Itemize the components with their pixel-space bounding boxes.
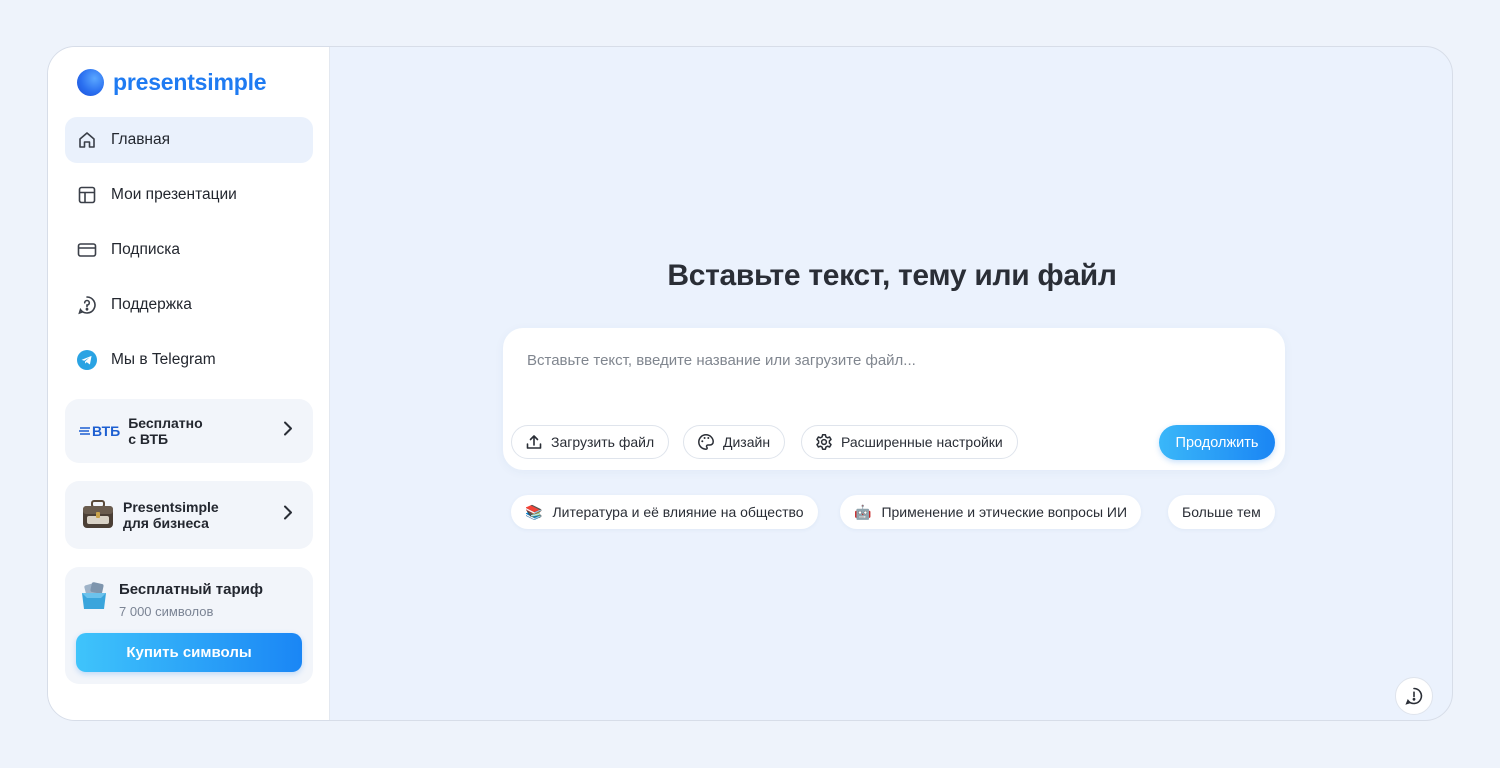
- topic-chip-label: Больше тем: [1182, 504, 1261, 520]
- tariff-characters: 7 000 символов: [119, 604, 214, 619]
- chevron-right-icon: [283, 421, 293, 442]
- chat-support-button[interactable]: [1395, 677, 1433, 715]
- chevron-right-icon: [283, 505, 293, 526]
- tariff-title: Бесплатный тариф: [119, 581, 264, 598]
- promo-vtb-line1: Бесплатно: [128, 415, 203, 431]
- topic-chip-ai[interactable]: 🤖 Применение и этические вопросы ИИ: [840, 495, 1142, 529]
- promo-vtb[interactable]: ВТБ Бесплатно с ВТБ: [65, 399, 313, 463]
- card-icon: [77, 240, 97, 260]
- vtb-logo: ВТБ: [79, 423, 120, 439]
- more-topics-button[interactable]: Больше тем: [1168, 495, 1275, 529]
- telegram-icon: [77, 350, 97, 370]
- brand-logo-icon: [77, 69, 104, 96]
- brand-name: presentsimple: [113, 69, 267, 95]
- app-window: presentsimple Главная Мои презентации По…: [47, 46, 1453, 721]
- palette-icon: [697, 433, 715, 451]
- design-label: Дизайн: [723, 434, 771, 450]
- sidebar-item-subscription[interactable]: Подписка: [65, 227, 313, 273]
- books-icon: 📚: [525, 503, 543, 520]
- buy-characters-button[interactable]: Купить символы: [76, 633, 302, 672]
- wallet-icon: [79, 581, 111, 618]
- prompt-card: Загрузить файл Дизайн Расширенные на: [503, 328, 1285, 470]
- help-icon: [77, 295, 97, 315]
- robot-icon: 🤖: [854, 503, 872, 520]
- promo-business-line1: Presentsimple: [123, 499, 219, 515]
- brand-logo[interactable]: presentsimple: [77, 69, 267, 96]
- sidebar-item-label: Поддержка: [111, 296, 192, 313]
- advanced-settings-label: Расширенные настройки: [841, 434, 1003, 450]
- home-icon: [77, 130, 97, 150]
- briefcase-icon: [81, 498, 115, 532]
- topic-chip-label: Литература и её влияние на общество: [552, 504, 804, 520]
- prompt-input[interactable]: [527, 352, 1257, 392]
- promo-business-line2: для бизнеса: [123, 515, 209, 531]
- topic-chip-label: Применение и этические вопросы ИИ: [881, 504, 1128, 520]
- page-title: Вставьте текст, тему или файл: [667, 259, 1117, 292]
- sidebar: presentsimple Главная Мои презентации По…: [48, 47, 330, 720]
- sidebar-item-label: Подписка: [111, 241, 181, 258]
- continue-button[interactable]: Продолжить: [1159, 425, 1275, 460]
- sidebar-item-label: Мои презентации: [111, 186, 237, 203]
- upload-file-label: Загрузить файл: [551, 434, 655, 450]
- advanced-settings-button[interactable]: Расширенные настройки: [801, 425, 1018, 459]
- gear-icon: [815, 433, 833, 451]
- upload-file-button[interactable]: Загрузить файл: [511, 425, 670, 459]
- tariff-card: Бесплатный тариф 7 000 символов Купить с…: [65, 567, 313, 684]
- promo-vtb-line2: с ВТБ: [128, 431, 169, 447]
- sidebar-item-support[interactable]: Поддержка: [65, 282, 313, 328]
- design-button[interactable]: Дизайн: [683, 425, 786, 459]
- sidebar-item-presentations[interactable]: Мои презентации: [65, 172, 313, 218]
- sidebar-item-label: Главная: [111, 131, 170, 148]
- promo-business[interactable]: Presentsimple для бизнеса: [65, 481, 313, 549]
- chat-icon: [1404, 686, 1424, 706]
- sidebar-item-label: Мы в Telegram: [111, 351, 216, 368]
- sidebar-item-telegram[interactable]: Мы в Telegram: [65, 337, 313, 383]
- topic-chip-literature[interactable]: 📚 Литература и её влияние на общество: [511, 495, 818, 529]
- layout-icon: [77, 185, 97, 205]
- upload-icon: [525, 433, 543, 451]
- sidebar-item-home[interactable]: Главная: [65, 117, 313, 163]
